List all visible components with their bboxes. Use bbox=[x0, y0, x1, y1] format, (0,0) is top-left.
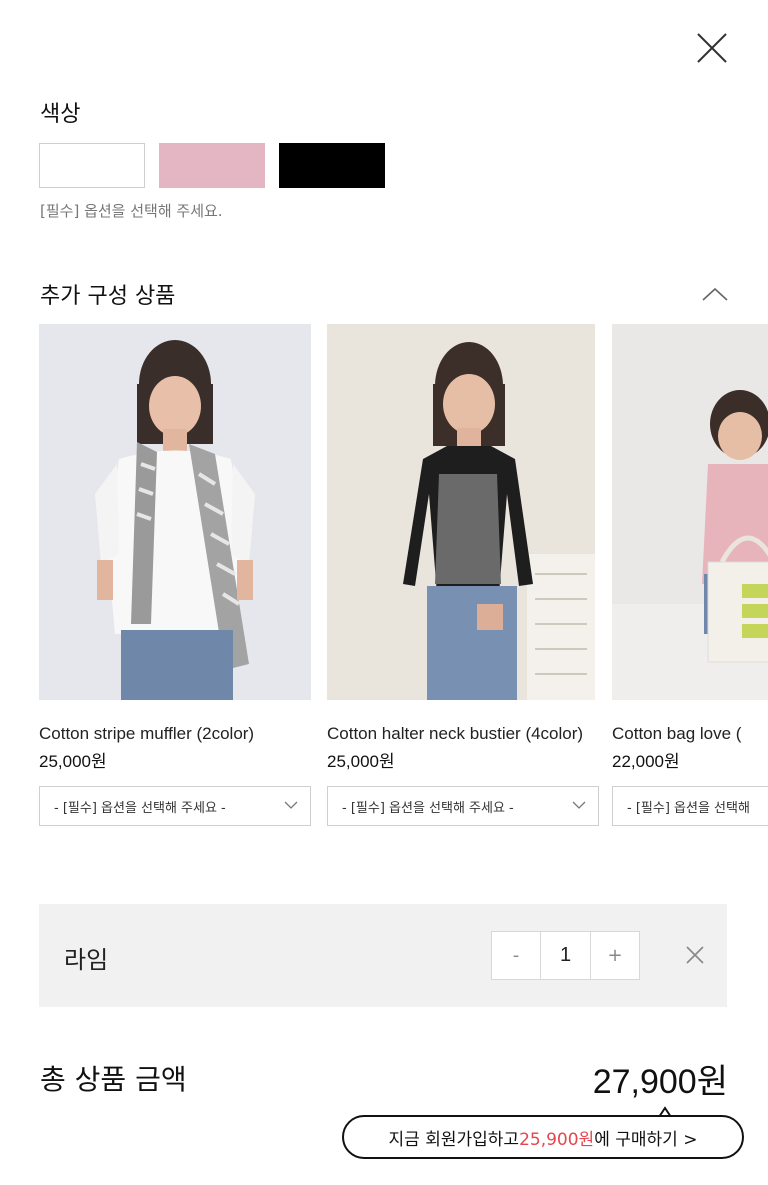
remove-item-icon[interactable] bbox=[684, 944, 706, 966]
quantity-value[interactable]: 1 bbox=[540, 932, 591, 979]
color-swatch-black[interactable] bbox=[279, 143, 385, 188]
addon-section-title: 추가 구성 상품 bbox=[40, 284, 176, 309]
promo-highlight-price: 25,900원 bbox=[519, 1129, 595, 1150]
close-icon[interactable] bbox=[692, 28, 732, 68]
signup-promo-button[interactable]: 지금 회원가입하고 25,900원 에 구매하기 > bbox=[342, 1115, 744, 1159]
option-select-placeholder: - [필수] 옵션을 선택해 주세요 - bbox=[54, 800, 226, 816]
promo-prefix: 지금 회원가입하고 bbox=[388, 1129, 520, 1150]
product-option-select[interactable]: - [필수] 옵션을 선택해 주세요 - bbox=[327, 786, 599, 826]
product-name[interactable]: Cotton stripe muffler (2color) bbox=[39, 722, 311, 746]
color-swatch-pink[interactable] bbox=[159, 143, 265, 188]
chevron-down-icon bbox=[572, 799, 586, 814]
selected-option-name: 라임 bbox=[64, 946, 109, 974]
product-option-select[interactable]: - [필수] 옵션을 선택해 bbox=[612, 786, 768, 826]
product-photo[interactable] bbox=[39, 324, 311, 700]
total-price-label: 총 상품 금액 bbox=[40, 1063, 187, 1096]
color-section-title: 색상 bbox=[40, 102, 81, 127]
product-price: 25,000원 bbox=[327, 752, 395, 771]
required-option-hint: [필수] 옵션을 선택해 주세요. bbox=[40, 202, 223, 220]
product-price: 25,000원 bbox=[39, 752, 107, 771]
option-select-placeholder: - [필수] 옵션을 선택해 bbox=[627, 800, 750, 816]
product-name[interactable]: Cotton halter neck bustier (4color) bbox=[327, 722, 595, 746]
quantity-decrease-button[interactable]: - bbox=[492, 932, 540, 979]
chevron-down-icon bbox=[284, 799, 298, 814]
product-price: 22,000원 bbox=[612, 752, 680, 771]
product-card[interactable]: Cotton halter neck bustier (4color) 25,0… bbox=[327, 324, 599, 826]
chevron-up-icon[interactable] bbox=[700, 284, 730, 304]
product-option-select[interactable]: - [필수] 옵션을 선택해 주세요 - bbox=[39, 786, 311, 826]
quantity-stepper: - 1 + bbox=[491, 931, 640, 980]
product-name[interactable]: Cotton bag love ( bbox=[612, 722, 768, 746]
product-card[interactable]: Cotton bag love ( 22,000원 - [필수] 옵션을 선택해 bbox=[612, 324, 768, 826]
product-card[interactable]: Cotton stripe muffler (2color) 25,000원 -… bbox=[39, 324, 311, 826]
total-price-value: 27,900원 bbox=[592, 1063, 728, 1101]
color-swatch-white[interactable] bbox=[39, 143, 145, 188]
product-photo[interactable] bbox=[327, 324, 595, 700]
quantity-increase-button[interactable]: + bbox=[591, 932, 639, 979]
option-select-placeholder: - [필수] 옵션을 선택해 주세요 - bbox=[342, 800, 514, 816]
promo-suffix: 에 구매하기 > bbox=[594, 1129, 698, 1150]
product-photo[interactable] bbox=[612, 324, 768, 700]
